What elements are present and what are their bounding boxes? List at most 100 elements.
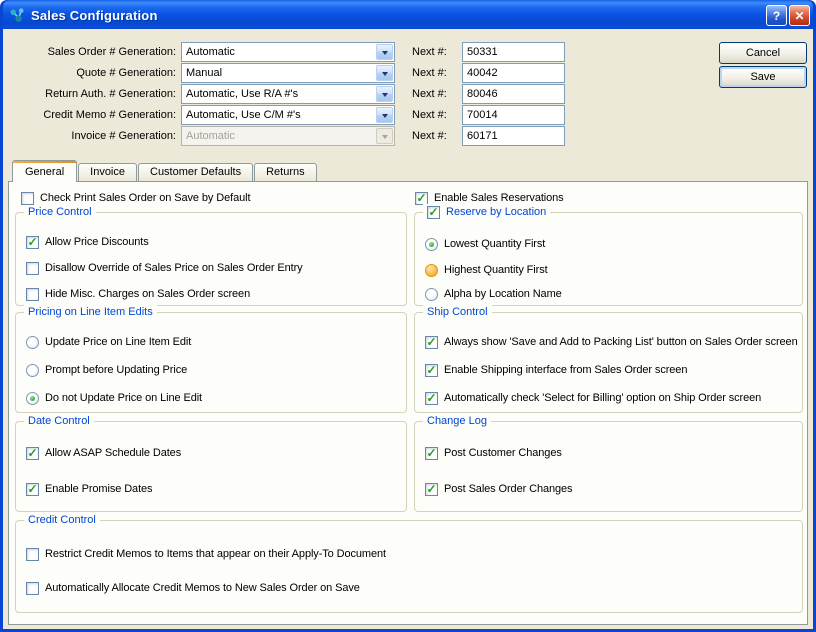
check-icon: ✓ <box>428 206 438 218</box>
checkbox-box[interactable]: ✓ <box>425 336 438 349</box>
chevron-down-icon[interactable] <box>376 44 393 60</box>
checkbox-box[interactable] <box>26 582 39 595</box>
help-button[interactable]: ? <box>766 5 787 26</box>
cancel-button[interactable]: Cancel <box>719 42 807 64</box>
return-auth-next-number-input[interactable] <box>462 84 565 104</box>
checkbox-box[interactable] <box>21 192 34 205</box>
restrict-credit-memos-checkbox[interactable]: Restrict Credit Memos to Items that appe… <box>26 547 386 562</box>
close-button[interactable]: ✕ <box>789 5 810 26</box>
group-title: Date Control <box>24 414 94 428</box>
enable-shipping-interface-checkbox[interactable]: ✓ Enable Shipping interface from Sales O… <box>425 363 687 378</box>
chevron-down-icon[interactable] <box>376 86 393 102</box>
checkbox-label: Post Customer Changes <box>444 446 562 461</box>
checkbox-label: Allow ASAP Schedule Dates <box>45 446 181 461</box>
checkbox-box[interactable] <box>26 262 39 275</box>
auto-allocate-credit-memos-checkbox[interactable]: Automatically Allocate Credit Memos to N… <box>26 581 360 596</box>
prompt-before-updating-price-radio[interactable]: Prompt before Updating Price <box>26 363 187 378</box>
checkbox-label: Disallow Override of Sales Price on Sale… <box>45 261 303 276</box>
checkbox-box[interactable]: ✓ <box>26 447 39 460</box>
highest-quantity-first-radio[interactable]: Highest Quantity First <box>425 263 548 278</box>
post-customer-changes-checkbox[interactable]: ✓ Post Customer Changes <box>425 446 562 461</box>
generation-row: Quote # Generation: Manual Next #: <box>3 63 813 84</box>
credit-control-group: Credit Control Restrict Credit Memos to … <box>15 520 803 613</box>
check-icon: ✓ <box>426 447 436 459</box>
tab-general[interactable]: General <box>12 160 77 182</box>
disallow-override-sales-price-checkbox[interactable]: Disallow Override of Sales Price on Sale… <box>26 261 303 276</box>
generation-row: Return Auth. # Generation: Automatic, Us… <box>3 84 813 105</box>
quote-generation-combobox[interactable]: Manual <box>181 63 395 83</box>
chevron-down-icon[interactable] <box>376 65 393 81</box>
check-icon: ✓ <box>426 364 436 376</box>
enable-promise-dates-checkbox[interactable]: ✓ Enable Promise Dates <box>26 482 152 497</box>
checkbox-box[interactable]: ✓ <box>425 364 438 377</box>
combobox-value: Automatic, Use C/M #'s <box>182 107 375 124</box>
next-number-label: Next #: <box>412 126 447 146</box>
checkbox-box[interactable] <box>26 288 39 301</box>
lowest-quantity-first-radio[interactable]: Lowest Quantity First <box>425 237 545 252</box>
next-number-label: Next #: <box>412 42 447 62</box>
post-sales-order-changes-checkbox[interactable]: ✓ Post Sales Order Changes <box>425 482 572 497</box>
checkbox-label: Always show 'Save and Add to Packing Lis… <box>444 335 798 350</box>
allow-asap-schedule-dates-checkbox[interactable]: ✓ Allow ASAP Schedule Dates <box>26 446 181 461</box>
radio-button[interactable] <box>425 264 438 277</box>
radio-button[interactable] <box>26 364 39 377</box>
check-print-sales-order-checkbox[interactable]: Check Print Sales Order on Save by Defau… <box>21 191 250 206</box>
radio-button[interactable] <box>425 288 438 301</box>
reserve-by-location-group: ✓ Reserve by Location Lowest Quantity Fi… <box>414 212 803 306</box>
radio-label: Alpha by Location Name <box>444 287 562 302</box>
return-auth-generation-combobox[interactable]: Automatic, Use R/A #'s <box>181 84 395 104</box>
auto-check-select-for-billing-checkbox[interactable]: ✓ Automatically check 'Select for Billin… <box>425 391 761 406</box>
tab-returns[interactable]: Returns <box>254 163 317 181</box>
radio-label: Do not Update Price on Line Edit <box>45 391 202 406</box>
titlebar[interactable]: Sales Configuration ? ✕ <box>3 0 813 29</box>
sales-configuration-window: Sales Configuration ? ✕ Sales Order # Ge… <box>0 0 816 632</box>
radio-label: Prompt before Updating Price <box>45 363 187 378</box>
allow-price-discounts-checkbox[interactable]: ✓ Allow Price Discounts <box>26 235 149 250</box>
alpha-by-location-name-radio[interactable]: Alpha by Location Name <box>425 287 562 302</box>
general-tab-panel: Check Print Sales Order on Save by Defau… <box>8 181 808 625</box>
tab-customer-defaults[interactable]: Customer Defaults <box>138 163 253 181</box>
checkbox-box[interactable]: ✓ <box>425 447 438 460</box>
sales-order-generation-combobox[interactable]: Automatic <box>181 42 395 62</box>
save-button[interactable]: Save <box>719 66 807 88</box>
radio-label: Update Price on Line Item Edit <box>45 335 191 350</box>
invoice-generation-combobox: Automatic <box>181 126 395 146</box>
radio-button[interactable] <box>26 392 39 405</box>
radio-button[interactable] <box>425 238 438 251</box>
credit-memo-next-number-input[interactable] <box>462 105 565 125</box>
next-number-label: Next #: <box>412 105 447 125</box>
next-number-label: Next #: <box>412 84 447 104</box>
always-show-packing-list-checkbox[interactable]: ✓ Always show 'Save and Add to Packing L… <box>425 335 798 350</box>
pricing-line-item-group: Pricing on Line Item Edits Update Price … <box>15 312 407 413</box>
checkbox-label: Restrict Credit Memos to Items that appe… <box>45 547 386 562</box>
generation-row: Sales Order # Generation: Automatic Next… <box>3 42 813 63</box>
generation-row: Credit Memo # Generation: Automatic, Use… <box>3 105 813 126</box>
do-not-update-price-radio[interactable]: Do not Update Price on Line Edit <box>26 391 202 406</box>
checkbox-box[interactable]: ✓ <box>425 392 438 405</box>
checkbox-label: Automatically check 'Select for Billing'… <box>444 391 761 406</box>
update-price-line-item-radio[interactable]: Update Price on Line Item Edit <box>26 335 191 350</box>
quote-next-number-input[interactable] <box>462 63 565 83</box>
checkbox-box[interactable] <box>26 548 39 561</box>
radio-button[interactable] <box>26 336 39 349</box>
group-title: Pricing on Line Item Edits <box>24 305 157 319</box>
change-log-group: Change Log ✓ Post Customer Changes ✓ Pos… <box>414 421 803 512</box>
check-icon: ✓ <box>27 236 37 248</box>
checkbox-box[interactable]: ✓ <box>427 206 440 219</box>
radio-label: Lowest Quantity First <box>444 237 545 252</box>
check-icon: ✓ <box>27 447 37 459</box>
combobox-value: Manual <box>182 65 375 82</box>
checkbox-label: Enable Promise Dates <box>45 482 152 497</box>
sales-order-next-number-input[interactable] <box>462 42 565 62</box>
question-icon: ? <box>773 10 780 22</box>
checkbox-box[interactable]: ✓ <box>425 483 438 496</box>
hide-misc-charges-checkbox[interactable]: Hide Misc. Charges on Sales Order screen <box>26 287 250 302</box>
reserve-by-location-checkbox[interactable]: ✓ Reserve by Location <box>423 204 550 220</box>
invoice-next-number-input[interactable] <box>462 126 565 146</box>
tab-invoice[interactable]: Invoice <box>78 163 137 181</box>
credit-memo-generation-combobox[interactable]: Automatic, Use C/M #'s <box>181 105 395 125</box>
combobox-value: Automatic, Use R/A #'s <box>182 86 375 103</box>
checkbox-box[interactable]: ✓ <box>26 483 39 496</box>
chevron-down-icon[interactable] <box>376 107 393 123</box>
checkbox-box[interactable]: ✓ <box>26 236 39 249</box>
